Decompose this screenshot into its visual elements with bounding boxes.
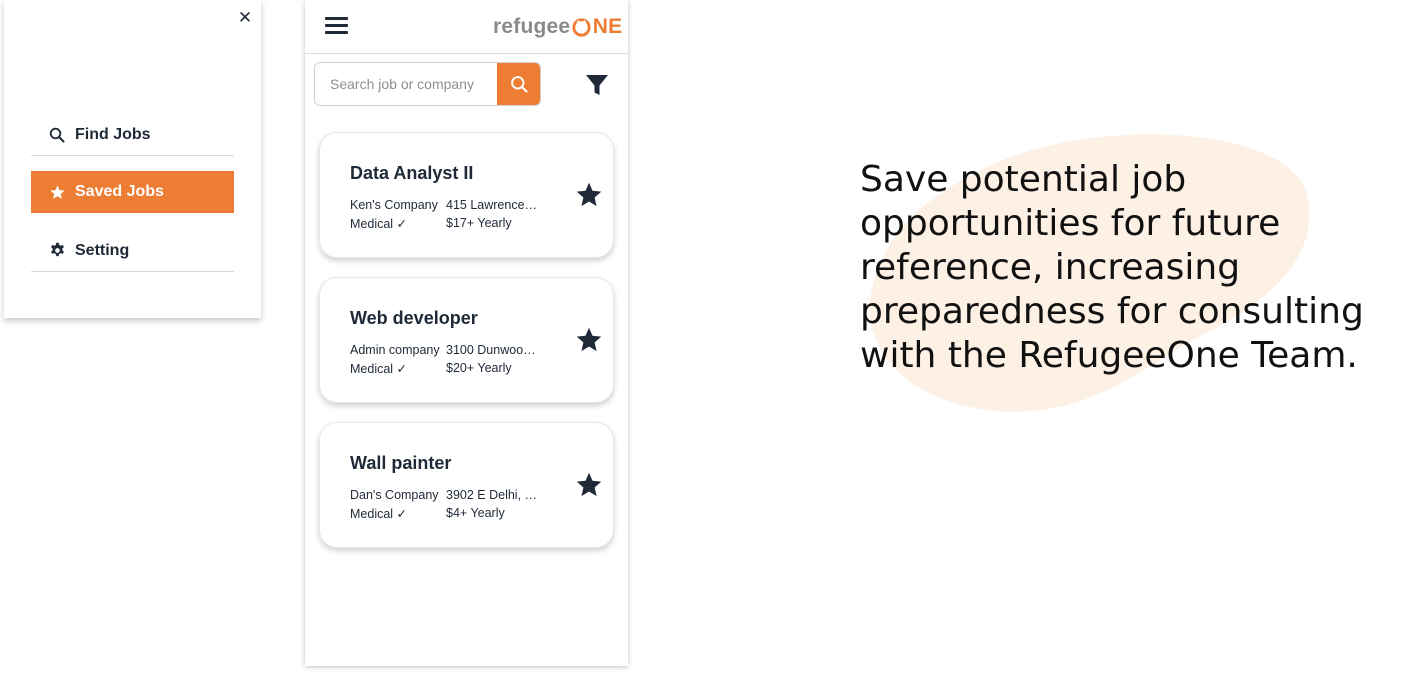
menu-item-label: Saved Jobs	[75, 183, 164, 200]
job-company: Ken's Company	[350, 198, 438, 212]
job-benefit: Medical ✓	[350, 507, 408, 521]
side-menu: ✕ Find Jobs Saved Jobs Setting	[4, 0, 261, 318]
job-card[interactable]: Wall painter Dan's Company 3902 E Delhi,…	[319, 422, 614, 548]
job-company: Dan's Company	[350, 488, 439, 502]
job-title: Wall painter	[350, 453, 452, 473]
search-bar	[314, 62, 541, 106]
job-title: Web developer	[350, 308, 478, 328]
job-address: 415 Lawrence…	[446, 198, 538, 212]
job-card[interactable]: Data Analyst II Ken's Company 415 Lawren…	[319, 132, 614, 258]
saved-star-icon[interactable]	[575, 471, 603, 499]
menu-item-label: Setting	[75, 241, 130, 259]
hamburger-menu-icon[interactable]	[325, 17, 348, 37]
search-icon	[511, 75, 528, 93]
refugeeone-logo: refugee NE	[493, 15, 623, 38]
filter-icon[interactable]	[585, 73, 609, 97]
menu-item-find-jobs[interactable]: Find Jobs	[31, 114, 234, 156]
search-button[interactable]	[497, 63, 540, 105]
gear-icon	[48, 242, 66, 260]
saved-star-icon[interactable]	[575, 181, 603, 209]
job-address: 3902 E Delhi, …	[446, 488, 538, 502]
job-pay: $4+ Yearly	[446, 506, 505, 520]
feature-description: Save potential job opportunities for fut…	[860, 159, 1364, 376]
search-icon	[48, 126, 66, 144]
star-icon	[48, 183, 66, 201]
menu-item-saved-jobs[interactable]: Saved Jobs	[31, 171, 234, 213]
menu-item-setting[interactable]: Setting	[31, 230, 234, 272]
job-title: Data Analyst II	[350, 163, 474, 183]
close-icon[interactable]: ✕	[235, 8, 255, 28]
logo-mark-icon	[572, 17, 591, 37]
job-pay: $20+ Yearly	[446, 361, 512, 375]
job-pay: $17+ Yearly	[446, 216, 512, 230]
job-company: Admin company	[350, 343, 440, 357]
job-benefit: Medical ✓	[350, 362, 408, 376]
saved-star-icon[interactable]	[575, 326, 603, 354]
menu-item-label: Find Jobs	[75, 125, 151, 143]
job-benefit: Medical ✓	[350, 217, 408, 231]
search-input[interactable]	[315, 63, 497, 105]
job-address: 3100 Dunwoo…	[446, 343, 536, 357]
top-bar: refugee NE	[305, 0, 628, 54]
phone-app: refugee NE Data Analyst II Ken's Company…	[305, 0, 628, 666]
job-card[interactable]: Web developer Admin company 3100 Dunwoo……	[319, 277, 614, 403]
